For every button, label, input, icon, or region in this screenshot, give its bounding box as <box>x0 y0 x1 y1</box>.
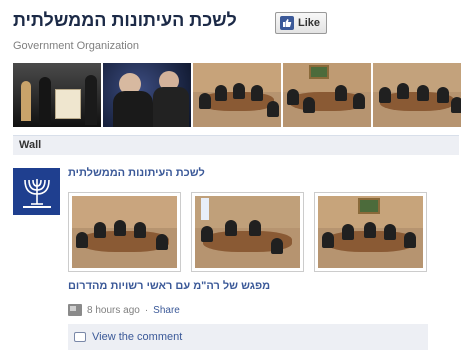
strip-photo-meeting-2[interactable] <box>283 63 371 127</box>
meta-separator: · <box>144 304 149 316</box>
wall-tab-bar: Wall <box>13 135 459 155</box>
strip-photo-meeting-1[interactable] <box>193 63 281 127</box>
share-link[interactable]: Share <box>153 305 180 316</box>
post-meta: 8 hours ago · Share <box>68 304 180 316</box>
view-comment-bar[interactable]: View the comment <box>68 324 428 350</box>
comment-icon <box>74 332 86 342</box>
page-title[interactable]: לשכת העיתונות הממשלתית <box>13 10 237 31</box>
photo-strip <box>13 63 461 127</box>
post-photo-2[interactable] <box>191 192 304 272</box>
page-avatar[interactable] <box>13 168 60 215</box>
post-photo-album <box>68 192 428 272</box>
menorah-icon <box>22 178 51 208</box>
post-author-link[interactable]: לשכת העיתונות הממשלתית <box>68 167 205 179</box>
album-title-link[interactable]: מפגש של רה"מ עם ראשי רשויות מהדרום <box>68 280 270 292</box>
wall-label[interactable]: Wall <box>19 139 41 151</box>
strip-photo-ceremony[interactable] <box>13 63 101 127</box>
thumbs-up-icon <box>280 16 294 30</box>
post-photo-1[interactable] <box>68 192 181 272</box>
like-button[interactable]: Like <box>275 12 328 34</box>
photo-album-icon <box>68 304 82 316</box>
strip-photo-signing[interactable] <box>103 63 191 127</box>
page-header: לשכת העיתונות הממשלתית Like <box>13 6 453 42</box>
view-comment-link[interactable]: View the comment <box>92 331 182 343</box>
page-category: Government Organization <box>13 40 139 52</box>
strip-photo-meeting-3[interactable] <box>373 63 461 127</box>
like-label: Like <box>298 17 321 29</box>
post-photo-3[interactable] <box>314 192 427 272</box>
post-timestamp[interactable]: 8 hours ago <box>87 305 140 316</box>
